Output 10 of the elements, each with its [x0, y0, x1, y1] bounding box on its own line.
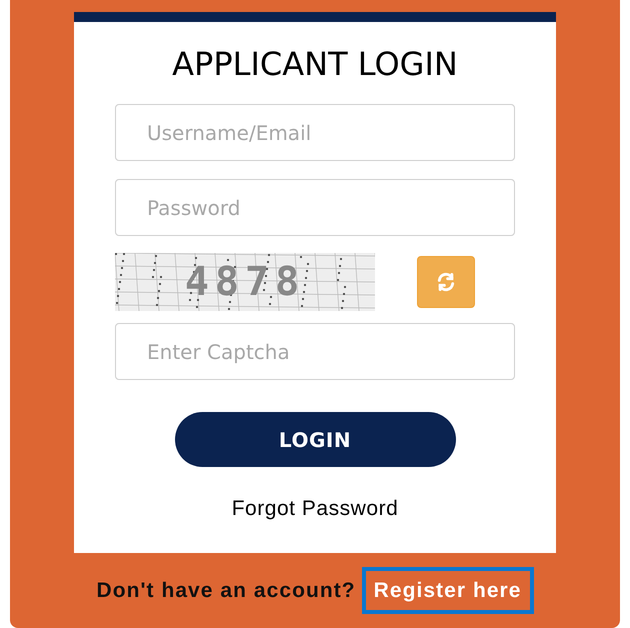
input-field[interactable]: Password — [115, 179, 515, 236]
captcha-image: 4878 — [115, 253, 375, 311]
account-prompt: Don't have an account? — [96, 578, 356, 604]
refresh-button[interactable] — [417, 256, 475, 308]
input-field[interactable]: Username/Email — [115, 104, 515, 161]
refresh-icon — [436, 272, 456, 292]
login-title: APPLICANT LOGIN — [172, 44, 458, 84]
forgot-password-link[interactable]: Forgot Password — [232, 493, 398, 524]
captcha-input-field[interactable]: Enter Captcha — [115, 323, 515, 380]
login-button[interactable]: LOGIN — [174, 412, 456, 467]
